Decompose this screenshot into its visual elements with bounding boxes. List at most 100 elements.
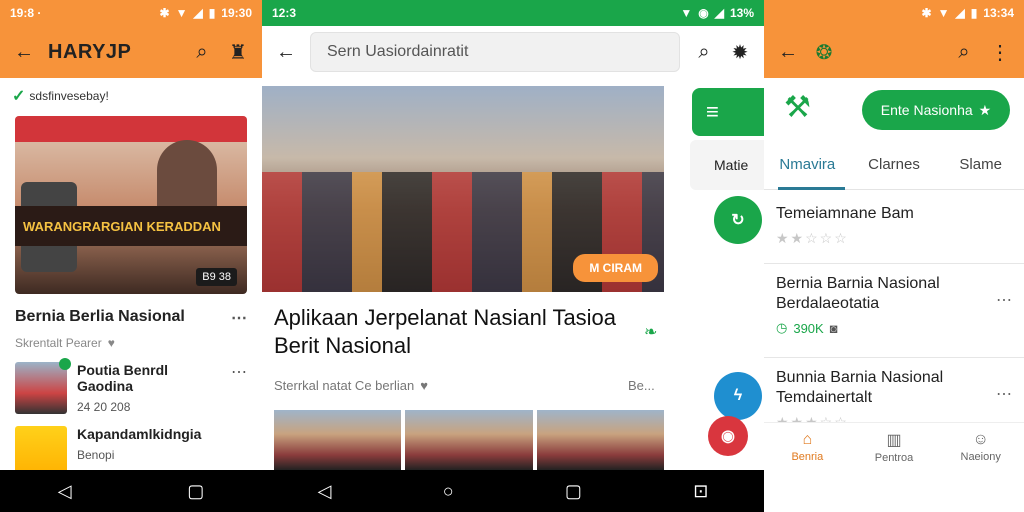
list-item[interactable]: Temeiamnane Bam ★★☆☆☆ [764, 204, 1024, 264]
search-input[interactable]: Sern Uasiordainratit [310, 32, 680, 72]
list-item[interactable]: Bernia Barnia Nasional Berdalaeotatia ◷ … [764, 274, 1024, 358]
list-item-title: Temeiamnane Bam [776, 205, 914, 222]
more-link[interactable]: Be... [628, 378, 655, 393]
bluetooth-icon: ✱ [159, 6, 170, 20]
app-bar: ← HARYJP ⌕ ♜ [0, 26, 262, 78]
share-fab[interactable]: ↻ [714, 196, 762, 244]
signal-icon: ◢ [955, 6, 965, 20]
hero-pill-button[interactable]: M CIRAM [573, 254, 658, 282]
battery-icon: ▮ [970, 6, 978, 20]
tab-nmavira[interactable]: Nmavira [764, 140, 851, 190]
nav-home[interactable]: ⌂ Benria [764, 423, 851, 470]
thumbnail-strip [274, 410, 664, 470]
hero-image[interactable]: WARANGRARGIAN KERADDAN B9 38 [15, 116, 247, 294]
list-item-title: Bunnia Barnia Nasional Temdainertalt [776, 369, 944, 406]
emblem-icon[interactable]: ❂ [812, 40, 836, 64]
section-title: Bernia Berlia Nasional [15, 308, 185, 325]
signal-icon: ◢ [714, 6, 724, 20]
library-icon: ▥ [886, 431, 902, 449]
status-time-right: 19:30 [221, 6, 252, 20]
overflow-menu-icon[interactable]: ⋮ [988, 40, 1012, 64]
person-image [157, 140, 217, 216]
thumbnail [15, 426, 67, 470]
logo-icon: ⚒ [784, 91, 811, 124]
overview-icon[interactable]: ⊡ [693, 481, 708, 502]
bluetooth-icon: ✱ [921, 6, 932, 20]
app-title: HARYJP [48, 40, 132, 63]
status-time-right: 13:34 [983, 6, 1014, 20]
nav-spacer [764, 470, 1024, 512]
screenshot-collage: 19:8 · ✱ ▼ ◢ ▮ 19:30 ← HARYJP ⌕ ♜ ✓ sdsf… [0, 0, 1024, 512]
back-arrow-icon[interactable]: ← [776, 40, 800, 64]
emblem-icon[interactable]: ✹ [728, 40, 752, 64]
flag-banner [15, 116, 247, 142]
bottom-nav: ⌂ Benria ▥ Pentroa ☺ Naeiony [764, 422, 1024, 470]
heart-icon[interactable]: ♥ [108, 336, 115, 350]
recent-apps-icon[interactable]: ▢ [565, 481, 582, 502]
signal-icon: ◢ [193, 6, 203, 20]
record-fab[interactable]: ◉ [708, 416, 748, 456]
thumbnail[interactable] [536, 410, 664, 470]
record-icon: ◉ [721, 428, 735, 445]
article-meta: Sterrkal natat Ce berlian ♥ [274, 378, 428, 393]
search-bar: ← Sern Uasiordainratit ⌕ ✹ [262, 26, 764, 78]
nav-library[interactable]: ▥ Pentroa [851, 423, 938, 470]
search-icon[interactable]: ⌕ [952, 40, 976, 64]
heart-icon[interactable]: ♥ [420, 378, 428, 393]
recent-apps-icon[interactable]: ▢ [187, 481, 204, 502]
list-item-body: Poutia Benrdl Gaodina 24 20 208 [77, 362, 221, 414]
article-title[interactable]: Aplikaan Jerpelanat Nasianl Tasioa Berit… [274, 304, 654, 360]
checkmark-icon: ✓ [12, 88, 26, 105]
action-fab[interactable]: ϟ [714, 372, 762, 420]
share-icon: ↻ [731, 212, 745, 229]
cta-label: Ente Nasionha [880, 102, 973, 118]
back-arrow-icon[interactable]: ← [12, 40, 36, 64]
home-icon: ⌂ [802, 430, 813, 448]
item-stats: ◷ 390K ◙ [776, 320, 1012, 336]
list-item[interactable]: Poutia Benrdl Gaodina 24 20 208 ⋯ [0, 350, 262, 414]
search-icon[interactable]: ⌕ [190, 40, 214, 64]
status-bar: ✱ ▼ ◢ ▮ 13:34 [764, 0, 1024, 26]
chat-icon: ◙ [829, 320, 838, 336]
more-icon[interactable]: ⋯ [231, 362, 247, 382]
section-title-row: Bernia Berlia Nasional ⋯ [0, 294, 262, 328]
battery-level: 13% [729, 6, 754, 20]
more-icon[interactable]: ⋯ [231, 308, 247, 328]
meta-row: Skrentalt Pearer ♥ [0, 328, 262, 350]
status-badge [59, 358, 71, 370]
home-nav-icon[interactable]: ○ [443, 481, 454, 502]
system-nav-bar: ◁ ▢ ◁ ○ ▢ ⊡ [0, 470, 764, 512]
cta-button[interactable]: Ente Nasionha ★ [862, 90, 1010, 130]
meta-text: Skrentalt Pearer [15, 336, 102, 350]
more-icon[interactable]: ⋯ [996, 384, 1012, 404]
tab-bar: Nmavira Clarnes Slame [764, 140, 1024, 190]
hero-image[interactable]: M CIRAM [262, 86, 664, 292]
wifi-icon: ▼ [175, 6, 188, 20]
middle-screen: 12:3 ▼ ◉ ◢ 13% ← Sern Uasiordainratit ⌕ … [262, 0, 764, 470]
rating-stars: ★★☆☆☆ [776, 230, 849, 246]
back-nav-icon[interactable]: ◁ [318, 481, 332, 502]
left-screen: 19:8 · ✱ ▼ ◢ ▮ 19:30 ← HARYJP ⌕ ♜ ✓ sdsf… [0, 0, 262, 470]
menu-card[interactable]: ≡ [692, 88, 764, 136]
hero-tag: B9 38 [196, 268, 237, 286]
tab-slame[interactable]: Slame [937, 140, 1024, 189]
menu-icon: ≡ [706, 99, 719, 124]
list-item[interactable]: Kapandamlkidngia Benopi [0, 414, 262, 470]
hero-banner-text: WARANGRARGIAN KERADDAN [15, 206, 247, 246]
search-icon[interactable]: ⌕ [692, 40, 716, 64]
back-arrow-icon[interactable]: ← [274, 40, 298, 64]
thumbnail[interactable] [405, 410, 533, 470]
search-placeholder: Sern Uasiordainratit [327, 43, 469, 60]
side-label[interactable]: Matie [690, 140, 764, 190]
emblem-icon[interactable]: ♜ [226, 40, 250, 64]
more-icon[interactable]: ⋯ [996, 290, 1012, 310]
status-icons: ▼ ◉ ◢ 13% [680, 6, 754, 20]
wifi-icon: ▼ [680, 6, 693, 20]
location-icon: ◉ [698, 6, 709, 20]
tab-clarnes[interactable]: Clarnes [851, 140, 938, 189]
thumbnail[interactable] [274, 410, 402, 470]
back-nav-icon[interactable]: ◁ [58, 481, 72, 502]
profile-icon: ☺ [972, 430, 989, 448]
status-time: 19:8 · [10, 6, 42, 20]
nav-profile[interactable]: ☺ Naeiony [937, 423, 1024, 470]
